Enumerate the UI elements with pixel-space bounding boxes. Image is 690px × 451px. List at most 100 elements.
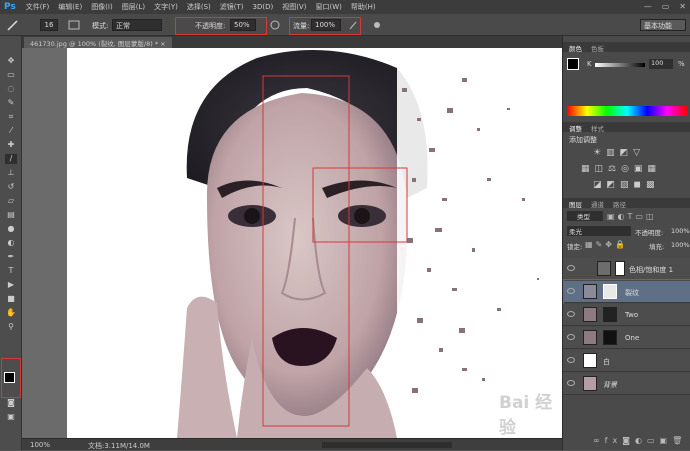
color-panel-swatch[interactable] <box>567 58 579 70</box>
history-brush-icon[interactable]: ↺ <box>5 182 17 192</box>
dodge-tool-icon[interactable]: ◐ <box>5 238 17 248</box>
color-spectrum-bar[interactable] <box>567 106 687 116</box>
quick-select-icon[interactable]: ✎ <box>5 98 17 108</box>
tab-styles[interactable]: 样式 <box>591 123 604 133</box>
eye-icon[interactable] <box>567 357 575 363</box>
close-button[interactable]: ✕ <box>679 2 686 11</box>
right-panel-dock: 颜色 色板 K 100 % 调整 样式 添加调整 ☀▥◩▽ ▦◫⚖◎▣▦ ◪◩▨… <box>562 36 690 450</box>
menu-select[interactable]: 选择(S) <box>187 2 211 12</box>
marquee-tool-icon[interactable]: ▭ <box>5 70 17 80</box>
color-panel-tabs: 颜色 色板 <box>563 42 690 53</box>
document-tab-title: 461730.jpg @ 100% (裂纹, 图层蒙版/8) * <box>30 40 159 48</box>
layer-name[interactable]: Two <box>625 311 638 319</box>
quick-mask-icon[interactable]: ◙ <box>5 398 17 408</box>
color-value-input[interactable]: 100 <box>649 59 673 69</box>
eraser-tool-icon[interactable]: ▱ <box>5 196 17 206</box>
path-select-icon[interactable]: ▶ <box>5 280 17 290</box>
eye-icon[interactable] <box>567 380 575 386</box>
layer-row[interactable]: Two <box>563 304 690 326</box>
brush-panel-icon[interactable] <box>68 20 80 30</box>
eye-icon[interactable] <box>567 265 575 271</box>
brush-size-picker[interactable]: 16 <box>40 19 58 31</box>
pressure-opacity-icon[interactable] <box>270 19 280 31</box>
type-tool-icon[interactable]: T <box>5 266 17 276</box>
adjustment-icons-row-3[interactable]: ◪◩▨◼▩ <box>593 180 659 190</box>
adjustment-thumb <box>597 261 611 276</box>
flow-label: 流量: <box>293 22 310 30</box>
mode-select[interactable]: 正常 <box>112 19 162 31</box>
zoom-level[interactable]: 100% <box>30 441 50 449</box>
blend-mode-select[interactable]: 柔光 <box>567 226 631 236</box>
fill-value[interactable]: 100% <box>671 241 690 249</box>
layer-row[interactable]: 色相/饱和度 1 <box>563 258 690 280</box>
menu-type[interactable]: 文字(Y) <box>154 2 178 12</box>
shape-tool-icon[interactable]: ■ <box>5 294 17 304</box>
tab-swatches[interactable]: 色板 <box>591 43 604 53</box>
adjustment-icons-row-2[interactable]: ▦◫⚖◎▣▦ <box>581 164 661 174</box>
menu-3d[interactable]: 3D(D) <box>253 3 274 11</box>
tab-paths[interactable]: 路径 <box>613 199 626 209</box>
opacity-input[interactable]: 50% <box>230 19 256 31</box>
eyedropper-tool-icon[interactable]: ⁄ <box>5 126 17 136</box>
lock-icons[interactable]: ▦✎✥🔒 <box>585 240 628 249</box>
zoom-tool-icon[interactable]: ⚲ <box>5 322 17 332</box>
stamp-tool-icon[interactable]: ⊥ <box>5 168 17 178</box>
tab-channels[interactable]: 通道 <box>591 199 604 209</box>
menu-edit[interactable]: 编辑(E) <box>58 2 82 12</box>
screen-mode-icon[interactable]: ▣ <box>5 412 17 422</box>
tab-color[interactable]: 颜色 <box>569 43 582 53</box>
menu-file[interactable]: 文件(F) <box>26 2 50 12</box>
selected-layer-highlight <box>563 279 690 305</box>
move-tool-icon[interactable]: ✥ <box>5 56 17 66</box>
blur-tool-icon[interactable]: ● <box>5 224 17 234</box>
color-slider[interactable] <box>595 63 645 67</box>
foreground-color-swatch[interactable] <box>4 372 15 383</box>
layer-thumb <box>583 330 597 345</box>
pressure-size-icon[interactable] <box>372 19 382 31</box>
menu-image[interactable]: 图像(I) <box>91 2 113 12</box>
crop-tool-icon[interactable]: ⌗ <box>5 112 17 122</box>
menu-window[interactable]: 窗口(W) <box>315 2 341 12</box>
photoshop-logo: Ps <box>4 2 16 12</box>
horizontal-scrollbar[interactable] <box>322 442 452 448</box>
menu-layer[interactable]: 图层(L) <box>122 2 145 12</box>
document-canvas[interactable]: Bai 经验 <box>67 48 562 438</box>
layer-name[interactable]: 背景 <box>603 380 617 390</box>
color-channel-label: K <box>587 60 592 68</box>
layer-filter-icons[interactable]: ▣◐T▭◫ <box>607 212 657 221</box>
maximize-button[interactable]: ▭ <box>662 2 670 11</box>
layers-footer-icons[interactable]: ∞fx◙◐▭▣🗑 <box>593 436 687 445</box>
layer-name[interactable]: 白 <box>603 357 610 367</box>
adjust-panel-title: 添加调整 <box>569 136 597 144</box>
tab-close-icon[interactable]: × <box>160 40 165 48</box>
layer-row[interactable]: 白 <box>563 350 690 372</box>
menu-help[interactable]: 帮助(H) <box>351 2 376 12</box>
layer-name[interactable]: One <box>625 334 639 342</box>
menu-view[interactable]: 视图(V) <box>282 2 306 12</box>
brush-tool-icon[interactable] <box>6 19 20 31</box>
layer-kind-filter[interactable]: 类型 <box>567 211 603 221</box>
brush-tool-icon[interactable]: / <box>5 154 17 164</box>
flow-input[interactable]: 100% <box>311 19 341 31</box>
hand-tool-icon[interactable]: ✋ <box>5 308 17 318</box>
eye-icon[interactable] <box>567 311 575 317</box>
layer-row[interactable]: 背景 <box>563 373 690 395</box>
healing-tool-icon[interactable]: ✚ <box>5 140 17 150</box>
tab-adjustments[interactable]: 调整 <box>569 123 582 133</box>
menu-filter[interactable]: 滤镜(T) <box>220 2 244 12</box>
adjustment-icons-row-1[interactable]: ☀▥◩▽ <box>593 148 645 158</box>
layer-name[interactable]: 色相/饱和度 1 <box>629 265 673 275</box>
layer-row[interactable]: One <box>563 327 690 349</box>
status-bar: 100% 文档:3.11M/14.0M <box>22 438 562 450</box>
portrait-image <box>67 48 562 438</box>
document-tab[interactable]: 461730.jpg @ 100% (裂纹, 图层蒙版/8) * × <box>24 37 172 48</box>
minimize-button[interactable]: — <box>644 2 652 11</box>
workspace-select[interactable]: 基本功能 <box>640 19 686 31</box>
pen-tool-icon[interactable]: ✒ <box>5 252 17 262</box>
gradient-tool-icon[interactable]: ▤ <box>5 210 17 220</box>
layer-opacity-value[interactable]: 100% <box>671 227 690 235</box>
airbrush-icon[interactable] <box>348 19 358 31</box>
eye-icon[interactable] <box>567 334 575 340</box>
tab-layers[interactable]: 图层 <box>569 199 582 209</box>
lasso-tool-icon[interactable]: ◌ <box>5 84 17 94</box>
